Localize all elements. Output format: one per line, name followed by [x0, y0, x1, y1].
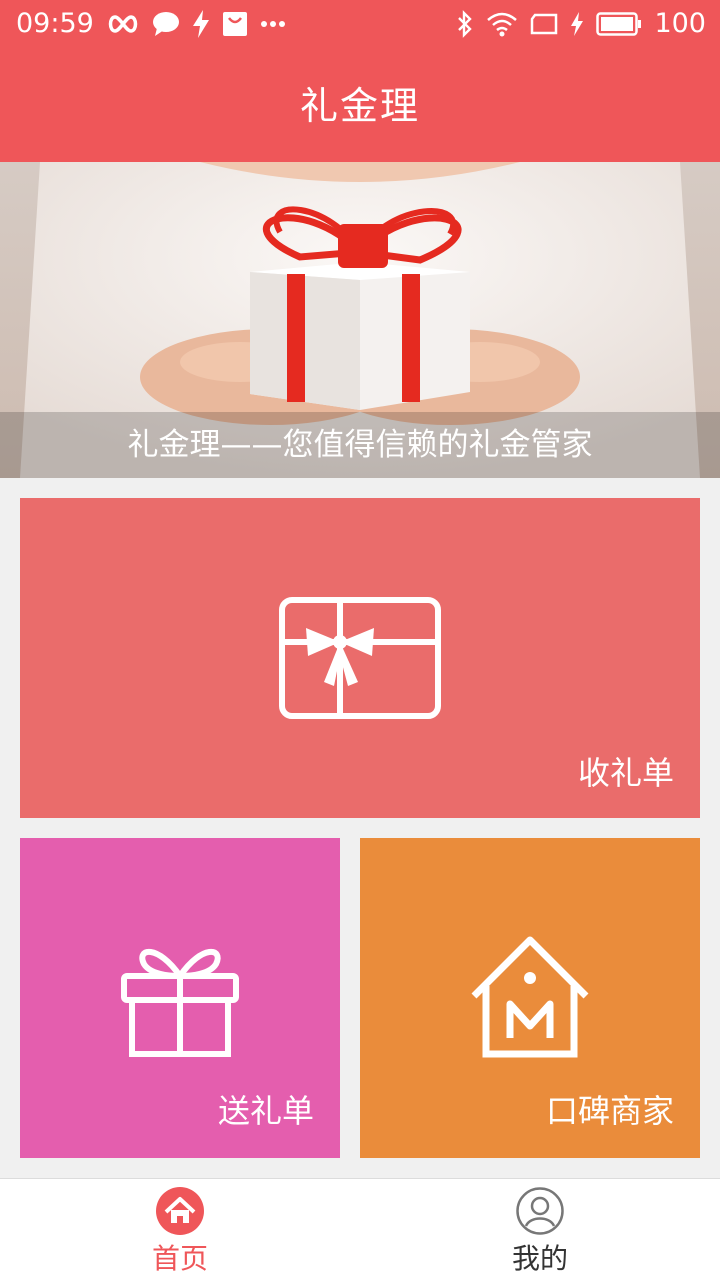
status-bar-right: 100 [456, 8, 706, 39]
tab-home-label: 首页 [151, 1242, 208, 1275]
status-time: 09:59 [16, 8, 94, 39]
tab-me-label: 我的 [511, 1242, 568, 1275]
more-icon [260, 20, 285, 27]
page-title: 礼金理 [299, 84, 420, 128]
banner-caption-bar: 礼金理——您值得信赖的礼金管家 [0, 412, 720, 478]
bluetooth-icon [458, 9, 473, 38]
screen-icon [531, 13, 558, 34]
banner-caption: 礼金理——您值得信赖的礼金管家 [127, 427, 593, 463]
status-bar: 09:59 100 [0, 0, 720, 50]
merchant-tile[interactable]: 口碑商家 [360, 838, 700, 1158]
receive-gift-list-tile[interactable]: 收礼单 [20, 498, 700, 818]
tab-home[interactable]: 首页 [0, 1179, 360, 1280]
battery-level: 100 [654, 8, 706, 39]
tab-me[interactable]: 我的 [360, 1179, 720, 1280]
status-bar-left: 09:59 [16, 8, 286, 39]
bottom-tab-bar: 首页 我的 [0, 1178, 720, 1280]
gift-card-icon [279, 597, 441, 719]
home-icon [156, 1187, 204, 1235]
send-gift-list-label: 送礼单 [217, 1092, 314, 1130]
app-bar: 礼金理 [0, 50, 720, 162]
wifi-icon [487, 12, 518, 36]
chat-icon [152, 11, 179, 36]
bag-icon [222, 11, 247, 36]
gift-box-icon [121, 948, 239, 1057]
flash-icon [192, 9, 209, 38]
banner[interactable]: 礼金理——您值得信赖的礼金管家 [0, 162, 720, 478]
battery-icon [596, 11, 642, 36]
merchant-house-icon [471, 936, 589, 1058]
infinity-icon [108, 14, 138, 33]
charging-icon [571, 11, 584, 36]
merchant-label: 口碑商家 [545, 1092, 674, 1130]
send-gift-list-tile[interactable]: 送礼单 [20, 838, 340, 1158]
receive-gift-list-label: 收礼单 [577, 754, 674, 792]
user-icon [516, 1187, 564, 1235]
